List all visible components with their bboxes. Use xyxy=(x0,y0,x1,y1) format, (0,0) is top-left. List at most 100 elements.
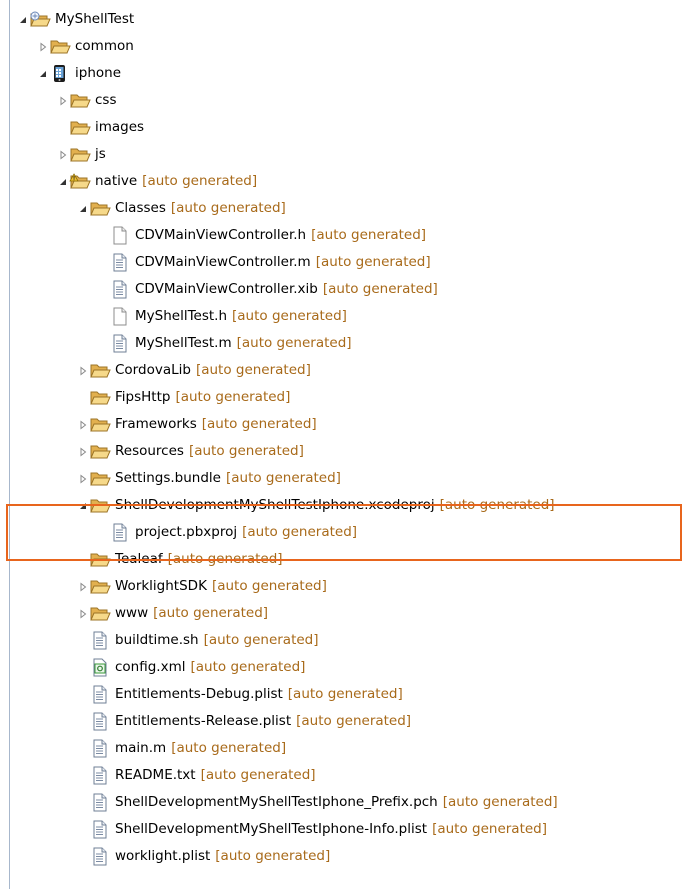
tree-item-label: Resources xyxy=(115,443,184,459)
collapsed-arrow-icon[interactable] xyxy=(77,438,89,465)
collapsed-arrow-icon[interactable] xyxy=(77,357,89,384)
tree-item-label: ShellDevelopmentMyShellTestIphone_Prefix… xyxy=(115,794,438,810)
auto-generated-tag: [auto generated] xyxy=(442,794,558,810)
tree-item-label: buildtime.sh xyxy=(115,632,199,648)
expanded-arrow-icon[interactable] xyxy=(57,168,69,195)
tree-item-label: ShellDevelopmentMyShellTestIphone-Info.p… xyxy=(115,821,428,837)
tree-item-label: Tealeaf xyxy=(115,551,163,567)
tree-item-label: Classes xyxy=(115,200,166,216)
folder-icon xyxy=(89,361,111,380)
folder-icon xyxy=(69,145,91,164)
text-file-icon xyxy=(109,334,131,353)
tree-item-label: images xyxy=(95,119,145,135)
tree-row-cdvmainviewcontroller-xib[interactable]: CDVMainViewController.xib [auto generated… xyxy=(0,276,683,303)
tree-row-readme-txt[interactable]: README.txt [auto generated] xyxy=(0,762,683,789)
tree-item-label: MyShellTest.h xyxy=(135,308,228,324)
auto-generated-tag: [auto generated] xyxy=(232,308,347,324)
blank-file-icon xyxy=(109,307,131,326)
folder-icon xyxy=(89,442,111,461)
folder-icon xyxy=(89,388,111,407)
tree-row-settings-bundle[interactable]: Settings.bundle [auto generated] xyxy=(0,465,683,492)
tree-row-js[interactable]: js xyxy=(0,141,683,168)
text-file-icon xyxy=(89,739,111,758)
collapsed-arrow-icon[interactable] xyxy=(77,411,89,438)
text-file-icon xyxy=(89,712,111,731)
tree-row-config-xml[interactable]: config.xml [auto generated] xyxy=(0,654,683,681)
collapsed-arrow-icon[interactable] xyxy=(37,33,49,60)
folder-icon xyxy=(69,118,91,137)
auto-generated-tag: [auto generated] xyxy=(188,443,304,459)
auto-generated-tag: [auto generated] xyxy=(190,659,306,675)
collapsed-arrow-icon[interactable] xyxy=(77,573,89,600)
folder-icon xyxy=(89,199,111,218)
tree-row-shelldevelopmentmyshelltestiphone-prefix-pch[interactable]: ShellDevelopmentMyShellTestIphone_Prefix… xyxy=(0,789,683,816)
tree-row-fipshttp[interactable]: FipsHttp [auto generated] xyxy=(0,384,683,411)
text-file-icon xyxy=(89,847,111,866)
tree-row-myshelltest-m[interactable]: MyShellTest.m [auto generated] xyxy=(0,330,683,357)
tree-item-label: Entitlements-Debug.plist xyxy=(115,686,283,702)
tree-item-label: CDVMainViewController.h xyxy=(135,227,307,243)
tree-row-www[interactable]: www [auto generated] xyxy=(0,600,683,627)
collapsed-arrow-icon[interactable] xyxy=(77,465,89,492)
tree-row-myshelltest-h[interactable]: MyShellTest.h [auto generated] xyxy=(0,303,683,330)
tree-row-worklight-plist[interactable]: worklight.plist [auto generated] xyxy=(0,843,683,870)
tree-item-label: native xyxy=(95,173,138,189)
tree-item-label: iphone xyxy=(75,65,121,81)
folder-icon xyxy=(89,550,111,569)
tree-row-frameworks[interactable]: Frameworks [auto generated] xyxy=(0,411,683,438)
folder-icon xyxy=(89,415,111,434)
expanded-arrow-icon[interactable] xyxy=(37,60,49,87)
tree-item-label: CDVMainViewController.xib xyxy=(135,281,318,297)
tree-row-project-pbxproj[interactable]: project.pbxproj [auto generated] xyxy=(0,519,683,546)
auto-generated-tag: [auto generated] xyxy=(142,173,258,189)
tree-row-native[interactable]: native [auto generated] xyxy=(0,168,683,195)
tree-row-entitlements-debug-plist[interactable]: Entitlements-Debug.plist [auto generated] xyxy=(0,681,683,708)
auto-generated-tag: [auto generated] xyxy=(296,713,412,729)
tree-row-common[interactable]: common xyxy=(0,33,683,60)
auto-generated-tag: [auto generated] xyxy=(175,389,291,405)
native-folder-icon xyxy=(69,172,91,191)
tree-row-tealeaf[interactable]: Tealeaf [auto generated] xyxy=(0,546,683,573)
tree-row-resources[interactable]: Resources [auto generated] xyxy=(0,438,683,465)
tree-row-cdvmainviewcontroller-m[interactable]: CDVMainViewController.m [auto generated] xyxy=(0,249,683,276)
blank-file-icon xyxy=(109,226,131,245)
collapsed-arrow-icon[interactable] xyxy=(77,600,89,627)
expanded-arrow-icon[interactable] xyxy=(77,195,89,222)
tree-row-cordovalib[interactable]: CordovaLib [auto generated] xyxy=(0,357,683,384)
auto-generated-tag: [auto generated] xyxy=(167,551,283,567)
tree-row-worklightsdk[interactable]: WorklightSDK [auto generated] xyxy=(0,573,683,600)
auto-generated-tag: [auto generated] xyxy=(201,416,317,432)
tree-row-css[interactable]: css xyxy=(0,87,683,114)
tree-row-shelldevelopmentmyshelltestiphone-info-plist[interactable]: ShellDevelopmentMyShellTestIphone-Info.p… xyxy=(0,816,683,843)
collapsed-arrow-icon[interactable] xyxy=(57,141,69,168)
expanded-arrow-icon[interactable] xyxy=(77,492,89,519)
text-file-icon xyxy=(89,631,111,650)
tree-row-myshelltest[interactable]: MyShellTest xyxy=(0,6,683,33)
tree-row-images[interactable]: images xyxy=(0,114,683,141)
auto-generated-tag: [auto generated] xyxy=(315,254,431,270)
tree-item-label: MyShellTest xyxy=(55,11,135,27)
collapsed-arrow-icon[interactable] xyxy=(57,87,69,114)
auto-generated-tag: [auto generated] xyxy=(195,362,311,378)
tree-row-cdvmainviewcontroller-h[interactable]: CDVMainViewController.h [auto generated] xyxy=(0,222,683,249)
tree-item-label: WorklightSDK xyxy=(115,578,207,594)
auto-generated-tag: [auto generated] xyxy=(211,578,327,594)
auto-generated-tag: [auto generated] xyxy=(242,524,358,540)
auto-generated-tag: [auto generated] xyxy=(311,227,427,243)
tree-row-buildtime-sh[interactable]: buildtime.sh [auto generated] xyxy=(0,627,683,654)
expanded-arrow-icon[interactable] xyxy=(17,6,29,33)
tree-item-label: CDVMainViewController.m xyxy=(135,254,311,270)
tree-row-entitlements-release-plist[interactable]: Entitlements-Release.plist [auto generate… xyxy=(0,708,683,735)
tree-item-label: FipsHttp xyxy=(115,389,171,405)
tree-row-iphone[interactable]: iphone xyxy=(0,60,683,87)
auto-generated-tag: [auto generated] xyxy=(171,740,287,756)
tree-row-classes[interactable]: Classes [auto generated] xyxy=(0,195,683,222)
auto-generated-tag: [auto generated] xyxy=(215,848,331,864)
tree-item-label: project.pbxproj xyxy=(135,524,238,540)
auto-generated-tag: [auto generated] xyxy=(225,470,341,486)
text-file-icon xyxy=(89,820,111,839)
tree-row-main-m[interactable]: main.m [auto generated] xyxy=(0,735,683,762)
tree-item-label: CordovaLib xyxy=(115,362,191,378)
tree-row-shelldevelopmentmyshelltestiphone-xcodeproj[interactable]: ShellDevelopmentMyShellTestIphone.xcodep… xyxy=(0,492,683,519)
auto-generated-tag: [auto generated] xyxy=(203,632,319,648)
